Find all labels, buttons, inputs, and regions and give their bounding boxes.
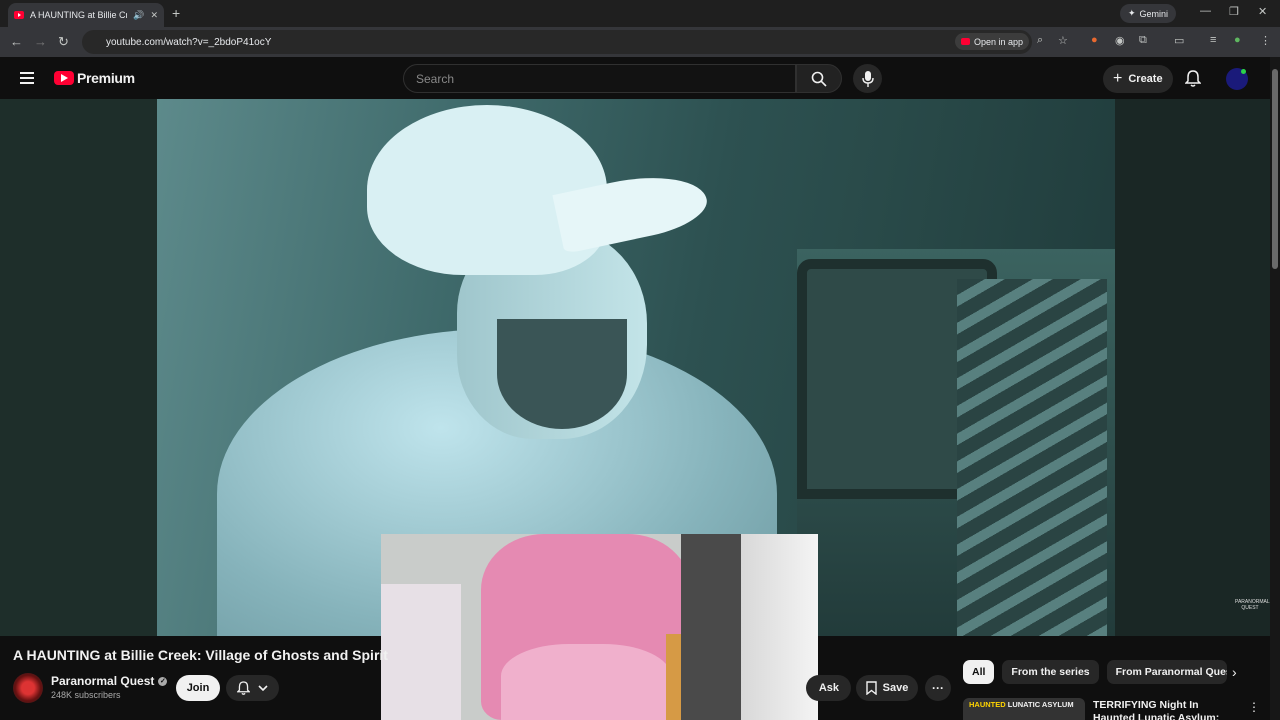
video-blur-right: [1115, 99, 1270, 636]
cast-icon[interactable]: ▭: [1174, 34, 1184, 47]
thumbnail-text: HAUNTED LUNATIC ASYLUM: [969, 700, 1074, 709]
channel-watermark: PARANORMAL QUEST: [1235, 599, 1270, 611]
logo-text: Premium: [77, 70, 135, 86]
recommendation-title[interactable]: TERRIFYING Night In Haunted Lunatic Asyl…: [1093, 699, 1243, 720]
ask-button[interactable]: Ask: [806, 675, 851, 701]
tab-title: A HAUNTING at Billie Creek: [30, 10, 128, 20]
pip-cloth: [381, 584, 461, 720]
pip-chair-seat: [501, 644, 671, 720]
save-button[interactable]: Save: [856, 675, 918, 701]
voice-search-button[interactable]: [853, 64, 882, 93]
pip-video-overlay[interactable]: [381, 534, 818, 720]
account-avatar[interactable]: [1226, 68, 1248, 90]
profile-icon[interactable]: ●: [1234, 34, 1241, 46]
video-title: A HAUNTING at Billie Creek: Village of G…: [13, 647, 388, 663]
video-blur-left: [0, 99, 157, 636]
gemini-button[interactable]: ✦ Gemini: [1120, 4, 1177, 23]
url-text: youtube.com/watch?v=_2bdoP41ocY: [106, 36, 272, 48]
person-beard: [497, 319, 627, 429]
thumbnail-text-1: HAUNTED: [969, 700, 1006, 709]
thumbnail-text-2: LUNATIC ASYLUM: [1007, 700, 1074, 709]
chip-from-series[interactable]: From the series: [1002, 660, 1099, 684]
youtube-app-icon: [961, 38, 970, 45]
gemini-label: Gemini: [1139, 8, 1169, 19]
browser-tabstrip: A HAUNTING at Billie Creek 🔊 ✕ + ✦ Gemin…: [0, 0, 1280, 27]
forward-icon[interactable]: →: [34, 34, 47, 49]
chevron-down-icon: [258, 685, 268, 691]
join-button[interactable]: Join: [176, 675, 220, 701]
extension-2-icon[interactable]: ◉: [1115, 34, 1125, 47]
more-horizontal-icon: ···: [932, 681, 944, 695]
recommendation-thumbnail[interactable]: HAUNTED LUNATIC ASYLUM: [963, 698, 1085, 720]
more-actions-button[interactable]: ···: [925, 675, 951, 701]
extensions-puzzle-icon[interactable]: ⧉: [1139, 34, 1147, 47]
save-label: Save: [882, 682, 909, 694]
address-bar[interactable]: youtube.com/watch?v=_2bdoP41ocY: [82, 30, 1032, 54]
scrollbar-thumb[interactable]: [1272, 69, 1278, 269]
youtube-header: Premium Search + Create: [0, 57, 1270, 99]
youtube-favicon-icon: [14, 11, 24, 19]
search-icon: [811, 71, 827, 87]
zoom-icon[interactable]: ⌕: [1037, 34, 1043, 47]
youtube-logo[interactable]: Premium: [54, 70, 135, 86]
open-in-app-button[interactable]: Open in app: [955, 33, 1030, 50]
ask-label: Ask: [818, 682, 839, 694]
browser-menu-icon[interactable]: ⋮: [1260, 34, 1271, 47]
bookmark-icon: [865, 681, 877, 695]
related-filter-chips: All From the series From Paranormal Ques…: [963, 660, 1227, 684]
pip-shadow: [681, 534, 741, 720]
browser-tab[interactable]: A HAUNTING at Billie Creek 🔊 ✕: [8, 3, 164, 27]
scene-curtain: [957, 279, 1107, 636]
notifications-bell-icon[interactable]: [1185, 70, 1201, 88]
window-close-icon[interactable]: ✕: [1258, 5, 1267, 18]
microphone-icon: [861, 70, 874, 87]
tab-close-icon[interactable]: ✕: [150, 10, 158, 21]
channel-avatar[interactable]: [13, 673, 43, 703]
speaker-icon[interactable]: 🔊: [133, 10, 144, 21]
minimize-icon[interactable]: —: [1200, 5, 1211, 17]
channel-name-row[interactable]: Paranormal Quest ✓: [51, 674, 168, 688]
subscriber-count: 248K subscribers: [51, 690, 121, 700]
more-vertical-icon[interactable]: ⋮: [1248, 700, 1260, 714]
page-scrollbar[interactable]: [1270, 57, 1280, 720]
youtube-play-icon: [54, 71, 74, 85]
menu-icon[interactable]: [20, 72, 34, 87]
new-tab-icon[interactable]: +: [172, 5, 180, 21]
restore-icon[interactable]: ❐: [1229, 5, 1239, 18]
create-button[interactable]: + Create: [1103, 65, 1173, 93]
plus-icon: +: [1113, 70, 1123, 87]
bookmark-star-icon[interactable]: ☆: [1058, 34, 1068, 47]
media-control-icon[interactable]: ≡: [1210, 34, 1216, 46]
browser-toolbar: ← → ↻ youtube.com/watch?v=_2bdoP41ocY Op…: [0, 27, 1280, 57]
chip-all[interactable]: All: [963, 660, 995, 684]
chip-from-channel[interactable]: From Paranormal Quest: [1106, 660, 1227, 684]
search-input[interactable]: Search: [403, 64, 796, 93]
reload-icon[interactable]: ↻: [58, 34, 69, 50]
open-in-app-label: Open in app: [974, 36, 1024, 47]
bell-icon: [237, 680, 250, 695]
search-button[interactable]: [796, 64, 842, 93]
verified-check-icon: ✓: [158, 676, 168, 686]
channel-name[interactable]: Paranormal Quest: [51, 674, 154, 688]
sparkle-icon: ✦: [1128, 8, 1136, 18]
chevron-right-icon[interactable]: ›: [1232, 664, 1237, 680]
create-label: Create: [1128, 73, 1163, 85]
extension-icon[interactable]: ●: [1091, 34, 1098, 46]
back-icon[interactable]: ←: [10, 34, 23, 49]
subscribe-notifications-button[interactable]: [226, 675, 279, 701]
